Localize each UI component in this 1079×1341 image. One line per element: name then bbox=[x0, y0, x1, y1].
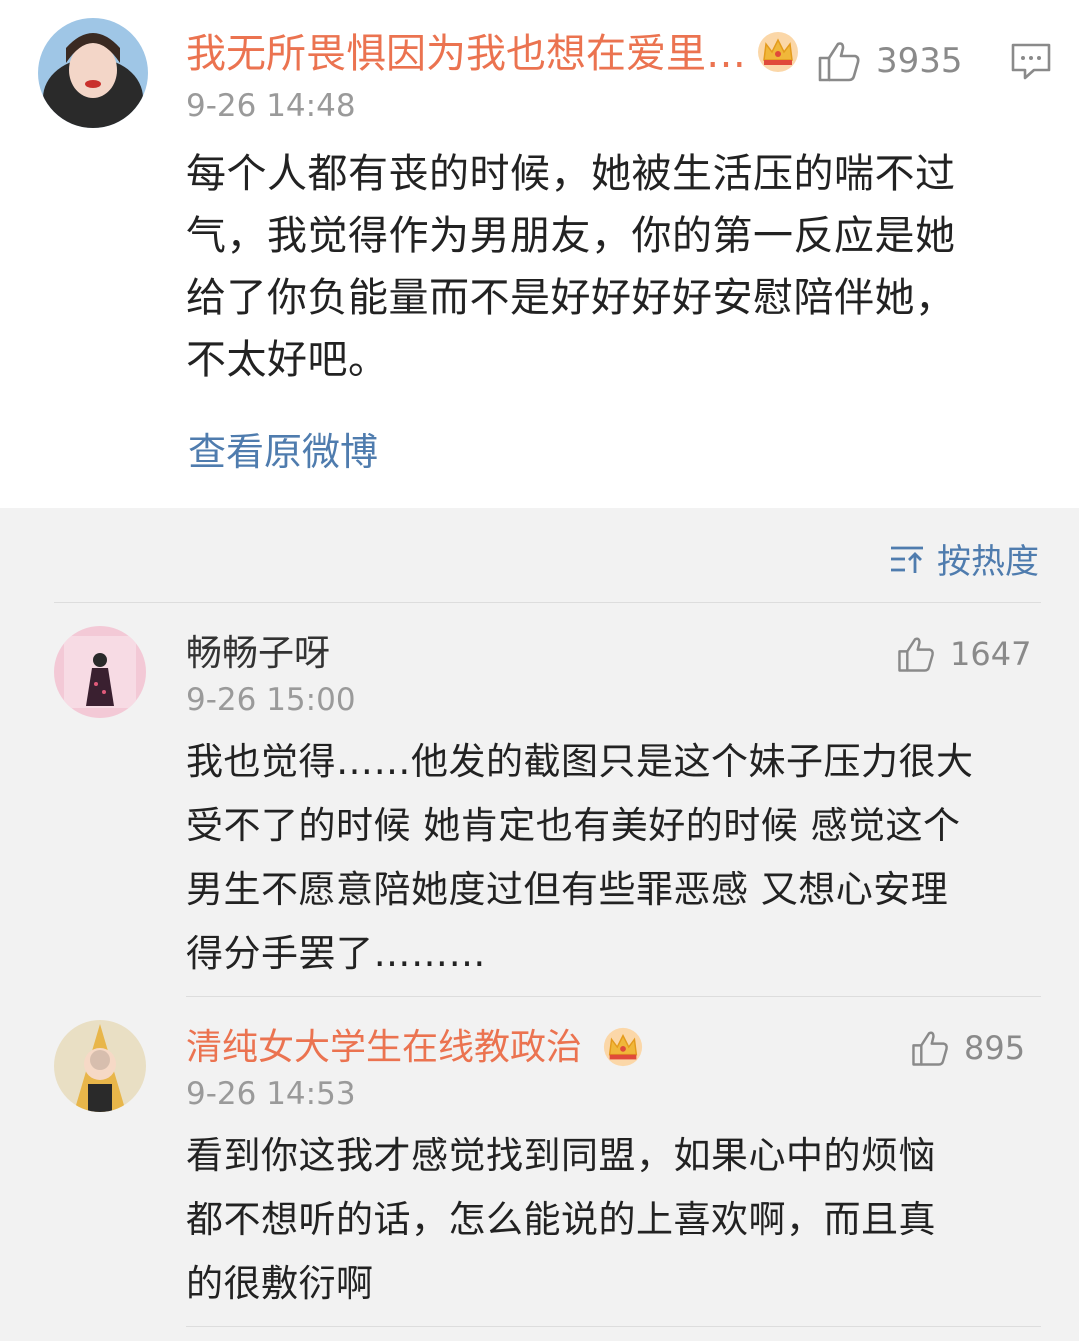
username[interactable]: 畅畅子呀 bbox=[186, 630, 330, 678]
divider bbox=[186, 996, 1041, 997]
timestamp: 9-26 14:48 bbox=[186, 88, 356, 124]
comment-icon[interactable] bbox=[1010, 42, 1052, 82]
thumbs-up-icon bbox=[818, 42, 860, 82]
timestamp: 9-26 15:00 bbox=[186, 682, 356, 718]
like-button[interactable]: 895 bbox=[910, 1028, 1025, 1068]
comment-line: 看到你这我才感觉找到同盟，如果心中的烦恼 bbox=[186, 1134, 936, 1177]
avatar[interactable] bbox=[54, 1020, 146, 1112]
like-count: 3935 bbox=[876, 41, 963, 81]
thumbs-up-icon bbox=[898, 637, 934, 672]
like-button[interactable]: 3935 bbox=[816, 38, 963, 84]
avatar[interactable] bbox=[38, 18, 148, 128]
divider bbox=[186, 1326, 1041, 1327]
comment-line: 的很敷衍啊 bbox=[186, 1262, 374, 1305]
avatar[interactable] bbox=[54, 626, 146, 718]
comment-line: 得分手罢了……… bbox=[186, 932, 486, 975]
comment-text: 我也觉得……他发的截图只是这个妹子压力很大 受不了的时候 她肯定也有美好的时候 … bbox=[186, 730, 974, 986]
comment-line: 受不了的时候 她肯定也有美好的时候 感觉这个 bbox=[186, 804, 961, 847]
comment-line: 男生不愿意陪她度过但有些罪恶感 又想心安理 bbox=[186, 868, 949, 911]
like-count: 1647 bbox=[950, 635, 1032, 673]
comment-line: 都不想听的话，怎么能说的上喜欢啊，而且真 bbox=[186, 1198, 936, 1241]
comment-text: 看到你这我才感觉找到同盟，如果心中的烦恼 都不想听的话，怎么能说的上喜欢啊，而且… bbox=[186, 1124, 936, 1316]
like-button[interactable]: 1647 bbox=[896, 634, 1031, 674]
username[interactable]: 我无所畏惧因为我也想在爱里… bbox=[186, 30, 746, 78]
comment-line: 不太好吧。 bbox=[186, 337, 389, 383]
sort-label: 按热度 bbox=[937, 542, 1039, 582]
comment-text: 每个人都有丧的时候，她被生活压的喘不过 气，我觉得作为男朋友，你的第一反应是她 … bbox=[186, 143, 956, 391]
comment-line: 我也觉得……他发的截图只是这个妹子压力很大 bbox=[186, 740, 974, 783]
avatar-image bbox=[38, 18, 148, 128]
comment-line: 每个人都有丧的时候，她被生活压的喘不过 bbox=[186, 151, 956, 197]
username[interactable]: 清纯女大学生在线教政治 bbox=[186, 1024, 582, 1072]
comment-line: 气，我觉得作为男朋友，你的第一反应是她 bbox=[186, 213, 956, 259]
avatar-image bbox=[54, 1020, 146, 1112]
view-original-link[interactable]: 查看原微博 bbox=[188, 428, 378, 476]
timestamp: 9-26 14:53 bbox=[186, 1076, 356, 1112]
main-comment-card: 我无所畏惧因为我也想在爱里… 3935 9-26 14:48 每个人都有丧的时候… bbox=[0, 0, 1079, 508]
crown-icon bbox=[758, 32, 798, 72]
divider bbox=[54, 602, 1041, 603]
like-count: 895 bbox=[964, 1029, 1026, 1067]
sort-icon bbox=[891, 546, 923, 573]
comment-line: 给了你负能量而不是好好好好安慰陪伴她， bbox=[186, 275, 956, 321]
sort-by-hot-button[interactable]: 按热度 bbox=[889, 534, 1039, 583]
avatar-image bbox=[54, 626, 146, 718]
crown-icon bbox=[603, 1027, 643, 1067]
thumbs-up-icon bbox=[912, 1031, 948, 1066]
